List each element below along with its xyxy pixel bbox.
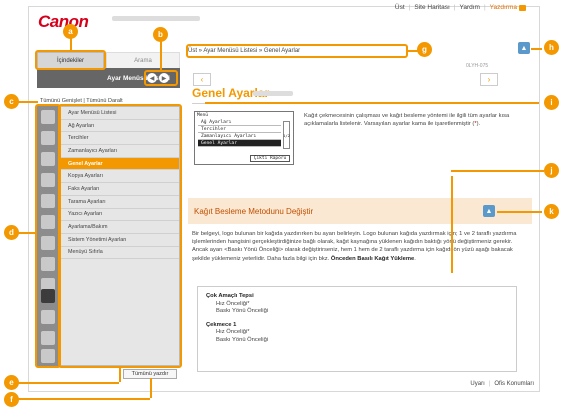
option-item: Baskı Yönü Önceliği — [216, 336, 269, 343]
option-item: Hız Önceliği* — [216, 329, 250, 335]
help-link[interactable]: Yardım — [459, 4, 479, 11]
office-locations-link[interactable]: Ofis Konumları — [494, 381, 534, 387]
callout-a: a — [63, 24, 78, 39]
device-screen-image: Menü Ağ Ayarları Tercihler Zamanlayıcı A… — [194, 111, 294, 165]
option-group-title: Çekmece 1 — [206, 321, 237, 328]
callout-g: g — [417, 42, 432, 57]
title-suffix-blurred — [253, 91, 293, 96]
screen-scroll-indicator: 1/2 — [283, 121, 290, 149]
footer-links: Uyarı | Ofis Konumları — [470, 381, 534, 387]
callout-f: f — [4, 392, 19, 407]
highlight-a — [35, 50, 106, 70]
printer-icon[interactable] — [519, 4, 526, 11]
topic-id: 0LYH-075 — [466, 63, 489, 69]
callout-e: e — [4, 375, 19, 390]
tab-search[interactable]: Arama — [106, 52, 180, 68]
next-page-icon[interactable]: › — [480, 73, 498, 86]
screen-header: Menü — [197, 113, 209, 118]
product-name-blurred — [112, 16, 200, 21]
callout-h: h — [544, 40, 559, 55]
intro-text: Kağıt çekmecesinin çalışması ve kağıt be… — [304, 113, 510, 127]
callout-d: d — [4, 225, 19, 240]
section-top-icon[interactable]: ▲ — [483, 205, 495, 217]
screen-line: Tercihler — [198, 126, 281, 133]
option-item: Baskı Yönü Önceliği — [216, 308, 269, 314]
section-header[interactable]: Kağıt Besleme Metodunu Değiştir — [188, 198, 532, 224]
back-to-top-icon[interactable]: ▲ — [518, 42, 530, 54]
callout-k: k — [544, 204, 559, 219]
previous-page-icon[interactable]: ‹ — [193, 73, 211, 86]
callout-b: b — [153, 27, 168, 42]
top-links: Üst | Site Haritası | Yardım | Yazdırma — [395, 4, 526, 11]
settings-options-box: Çok Amaçlı Tepsi Hız Önceliği* Baskı Yön… — [197, 286, 517, 372]
screen-line: Ağ Ayarları — [198, 119, 281, 126]
preprinted-paper-link[interactable]: Önceden Basılı Kağıt Yükleme — [331, 256, 414, 262]
callout-i: i — [544, 95, 559, 110]
callout-j: j — [544, 163, 559, 178]
section-body: Bir belgeyi, logo bulunan bir kağıda yaz… — [192, 231, 517, 262]
highlight-d-menu — [58, 104, 182, 368]
notice-link[interactable]: Uyarı — [470, 381, 484, 387]
screen-line: Zamanlayıcı Ayarları — [198, 133, 281, 140]
option-group-title: Çok Amaçlı Tepsi — [206, 293, 254, 299]
highlight-b — [144, 70, 178, 86]
callout-c: c — [4, 94, 19, 109]
highlight-g — [186, 44, 408, 58]
top-link[interactable]: Üst — [395, 4, 405, 11]
print-link[interactable]: Yazdırma — [490, 4, 517, 11]
screen-report-button: Çıktı Raporu — [250, 155, 290, 162]
screen-line-selected: Genel Ayarlar — [198, 140, 281, 147]
highlight-d-icons — [35, 104, 61, 368]
option-item: Hız Önceliği* — [216, 300, 250, 307]
sitemap-link[interactable]: Site Haritası — [414, 4, 449, 11]
